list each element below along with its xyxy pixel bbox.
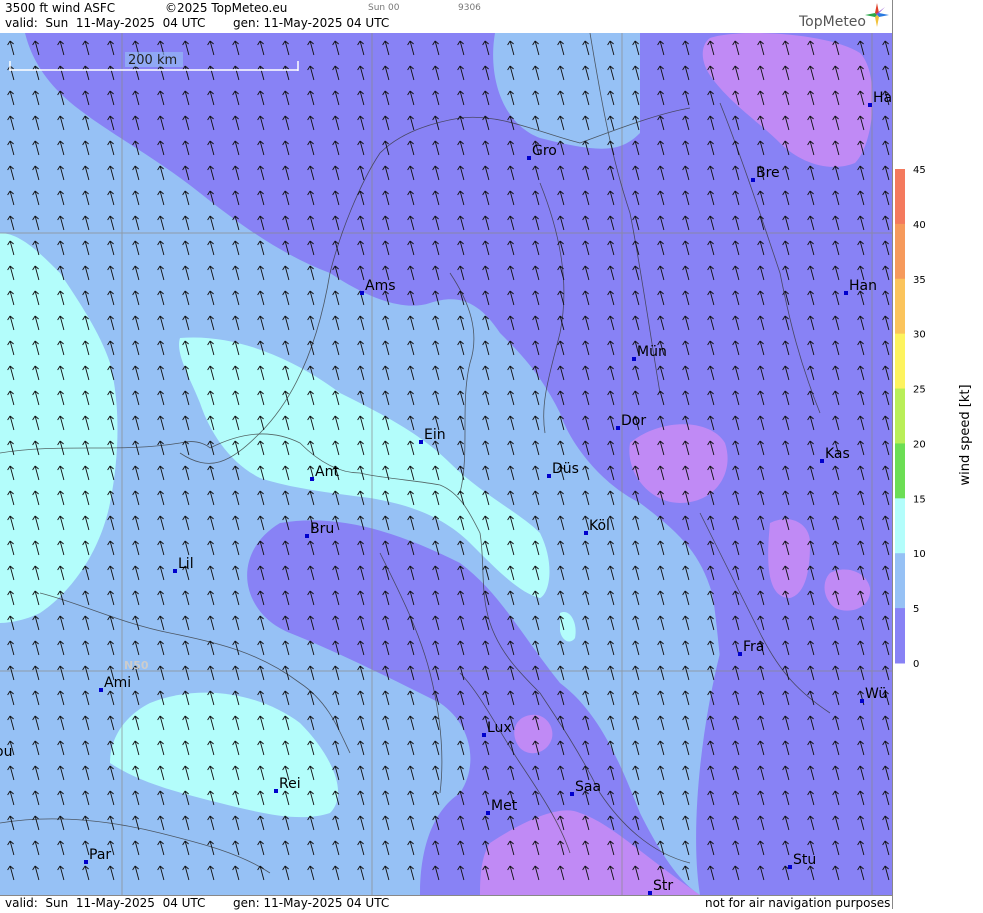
wind-map-canvas: 200 km N50 Ha Gro Bre Ams Han Mün Dor Ein Kas Ant… (0, 33, 892, 895)
city-dot (860, 699, 864, 703)
city-label: Wü (865, 686, 887, 702)
city-dot (788, 865, 792, 869)
city-label: Ha (873, 90, 892, 106)
product-title: 3500 ft wind ASFC (5, 1, 116, 15)
city-dot (310, 477, 314, 481)
legend-canvas: 45 40 35 30 25 20 15 10 5 0 wind speed [kt] (895, 165, 973, 670)
legend-tick-label: 45 (913, 165, 926, 176)
city-label: ou (0, 744, 12, 760)
city-label: Ami (104, 675, 131, 691)
city-dot (616, 426, 620, 430)
city-dot (820, 459, 824, 463)
legend-tick-label: 20 (913, 439, 926, 450)
legend-color-band (895, 388, 905, 444)
valid-time-label: valid: Sun 11-May-2025 04 UTC (5, 16, 206, 30)
legend-color-band (895, 443, 905, 499)
compass-logo-icon (865, 3, 889, 27)
legend-tick-labels: 45 40 35 30 25 20 15 10 5 0 (913, 165, 926, 670)
small-day-label: Sun 00 (368, 3, 400, 13)
city-dot (305, 534, 309, 538)
legend-tick-label: 25 (913, 385, 926, 396)
legend-color-band (895, 498, 905, 554)
legend-tick-label: 5 (913, 604, 919, 615)
city-label: Bre (756, 165, 780, 181)
city-label: Ams (365, 278, 396, 294)
city-label: Rei (279, 776, 301, 792)
city-dot (99, 688, 103, 692)
city-dot (84, 860, 88, 864)
city-dot (868, 103, 872, 107)
city-label: Saa (575, 779, 601, 795)
scale-bar-label: 200 km (128, 53, 177, 68)
city-label: Mün (637, 344, 667, 360)
city-dot (751, 178, 755, 182)
city-label: Dor (621, 413, 646, 429)
small-code-label: 9306 (458, 3, 481, 13)
legend-tick-label: 35 (913, 275, 926, 286)
legend-tick-label: 10 (913, 549, 926, 560)
city-dot (482, 733, 486, 737)
city-label: Bru (310, 521, 334, 537)
city-label: Str (653, 878, 673, 894)
topmeteo-logo-text: TopMeteo (799, 14, 866, 30)
city-label: Kas (825, 446, 850, 462)
city-dot (419, 440, 423, 444)
city-dot (173, 569, 177, 573)
wind-speed-legend: 45 40 35 30 25 20 15 10 5 0 wind speed [kt] (892, 0, 983, 909)
footer-bar: valid: Sun 11-May-2025 04 UTC gen: 11-Ma… (0, 895, 892, 910)
city-label: Lux (487, 720, 512, 736)
city-label: Ein (424, 427, 446, 443)
city-dot (632, 357, 636, 361)
city-dot (274, 789, 278, 793)
city-label: Han (849, 278, 877, 294)
city-dot (844, 291, 848, 295)
legend-color-band (895, 169, 905, 225)
legend-title: wind speed [kt] (958, 384, 973, 485)
generated-time-label: gen: 11-May-2025 04 UTC (233, 16, 390, 30)
legend-tick-label: 15 (913, 494, 926, 505)
city-dot (570, 792, 574, 796)
legend-color-band (895, 553, 905, 609)
city-dot (486, 811, 490, 815)
city-label: Fra (743, 639, 764, 655)
latitude-label: N50 (124, 659, 149, 672)
footer-valid-time: valid: Sun 11-May-2025 04 UTC (5, 896, 206, 910)
legend-tick-label: 30 (913, 330, 926, 341)
legend-tick-label: 0 (913, 659, 919, 670)
city-label: Lil (178, 556, 194, 572)
city-dot (527, 156, 531, 160)
city-label: Köl (589, 518, 610, 534)
legend-color-band (895, 333, 905, 390)
city-dot (547, 474, 551, 478)
legend-color-band (895, 608, 905, 664)
legend-color-bands (895, 169, 905, 664)
navigation-disclaimer: not for air navigation purposes (705, 896, 891, 910)
legend-color-band (895, 278, 905, 335)
city-label: Stu (793, 852, 816, 868)
city-label: Düs (552, 461, 579, 477)
copyright-text: ©2025 TopMeteo.eu (165, 1, 288, 15)
legend-color-band (895, 223, 905, 280)
city-label: Met (491, 798, 518, 814)
city-dot (738, 652, 742, 656)
city-dot (584, 531, 588, 535)
header-bar: 3500 ft wind ASFC ©2025 TopMeteo.eu Sun … (0, 0, 892, 34)
wind-map[interactable]: 200 km N50 Ha Gro Bre Ams Han Mün Dor Ein Kas Ant… (0, 33, 892, 895)
city-label: Ant (315, 464, 339, 480)
city-label: Par (89, 847, 111, 863)
legend-tick-label: 40 (913, 220, 926, 231)
footer-generated-time: gen: 11-May-2025 04 UTC (233, 896, 390, 910)
city-dot (360, 291, 364, 295)
city-label: Gro (532, 143, 557, 159)
